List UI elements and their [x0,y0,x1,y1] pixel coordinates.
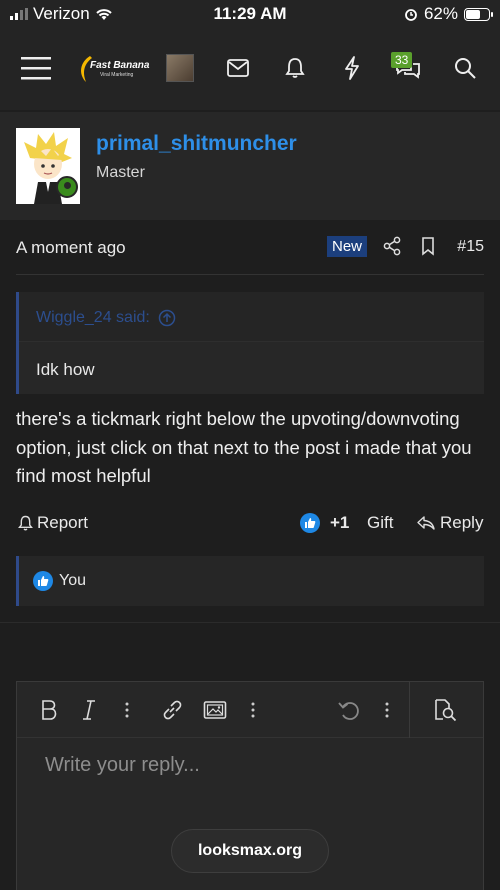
quote-text: Idk how [36,360,95,379]
toolbar-separator [409,682,410,738]
lightning-icon[interactable] [334,50,370,86]
nav-avatar[interactable] [166,54,194,82]
gift-label: Gift [367,513,394,532]
reactions-list: You [59,572,86,589]
reply-button[interactable]: Reply [416,513,483,533]
quote-block: Wiggle_24 said: Idk how [16,292,484,394]
section-divider [0,622,500,623]
post-time[interactable]: A moment ago [16,238,126,258]
domain-label[interactable]: looksmax.org [171,829,329,873]
alarm-icon [405,9,417,21]
preview-icon[interactable] [431,696,459,724]
link-icon[interactable] [158,696,186,724]
bell-icon [18,515,33,531]
post-actions: Report +1 Gift Reply [0,508,500,538]
search-icon[interactable] [447,50,483,86]
battery-group: 62% [404,4,493,24]
user-title: Master [96,164,145,181]
bell-icon[interactable] [277,50,313,86]
new-badge: New [327,236,368,257]
menu-icon[interactable] [18,50,54,86]
gift-button[interactable]: Gift [367,513,393,533]
logo-text: Fast Banana [90,60,150,71]
quote-author: Wiggle_24 said: [36,309,150,326]
share-icon[interactable] [383,236,403,256]
more-vertical-icon[interactable] [113,696,141,724]
report-button[interactable]: Report [18,513,88,533]
italic-icon[interactable] [75,696,103,724]
site-logo[interactable]: Fast Banana Viral Marketing [76,54,156,86]
bookmark-icon[interactable] [420,236,440,256]
editor-toolbar [17,682,483,738]
score-value: +1 [330,513,350,532]
bold-icon[interactable] [35,696,63,724]
arrow-up-circle-icon [158,309,176,327]
reaction-score[interactable]: +1 [300,513,349,533]
inbox-icon[interactable] [220,50,256,86]
like-icon [300,513,320,533]
image-icon[interactable] [201,696,229,724]
battery-icon [464,7,493,21]
meta-divider [16,274,484,275]
battery-percent: 62% [423,4,458,23]
logo-subtext: Viral Marketing [100,72,134,78]
reply-input[interactable]: Write your reply... [45,754,200,777]
reply-label: Reply [440,513,484,532]
more-vertical-icon[interactable] [373,696,401,724]
top-nav: Fast Banana Viral Marketing 33 [0,30,500,110]
quote-header: Wiggle_24 said: [19,292,484,342]
post-meta: A moment ago New #15 [0,220,500,274]
post-body: there's a tickmark right below the upvot… [16,408,472,486]
reactions-bar[interactable]: You [16,556,484,606]
report-label: Report [37,513,89,532]
online-status-icon [56,176,78,198]
more-vertical-icon[interactable] [239,696,267,724]
undo-icon[interactable] [335,696,363,724]
chat-badge: 33 [391,52,413,68]
status-bar: Verizon 11:29 AM 62% [0,0,500,30]
reply-icon [417,516,435,530]
like-icon [33,571,53,591]
quote-author-link[interactable]: Wiggle_24 said: [36,309,176,327]
post-user-header: primal_shitmuncher Master [0,112,500,220]
post-username[interactable]: primal_shitmuncher [96,132,297,156]
post-number[interactable]: #15 [457,238,484,256]
